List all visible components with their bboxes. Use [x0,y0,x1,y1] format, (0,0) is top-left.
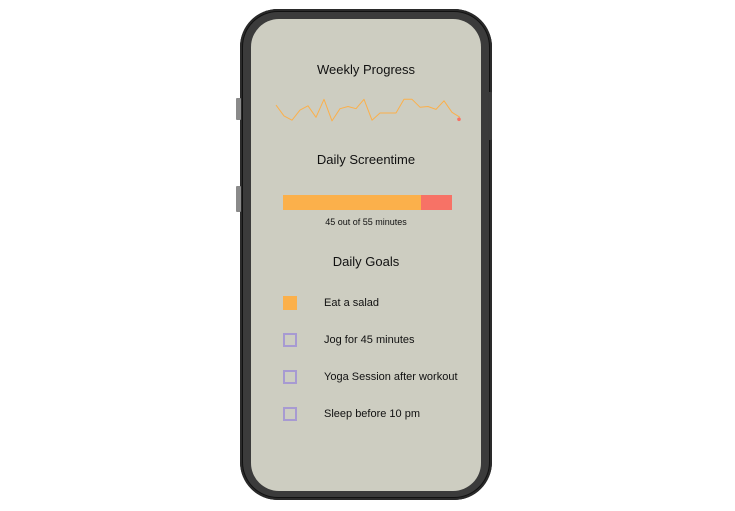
weekly-progress-chart [275,98,461,122]
goal-item[interactable]: Jog for 45 minutes [283,332,415,348]
phone-screen: Weekly Progress Daily Screentime 45 out … [251,19,481,491]
weekly-progress-title: Weekly Progress [316,62,415,77]
weekly-progress-endpoint [457,117,461,122]
goal-item[interactable]: Eat a salad [283,295,379,311]
weekly-progress-line [275,98,461,122]
volume-down-button[interactable] [236,186,241,212]
goal-checkbox[interactable] [283,407,297,421]
goal-label: Jog for 45 minutes [324,334,415,346]
screentime-progress-bar [283,195,452,210]
goal-item[interactable]: Yoga Session after workout [283,369,458,385]
power-button[interactable] [488,92,492,140]
goal-checkbox[interactable] [283,370,297,384]
goal-checkbox[interactable] [283,296,297,310]
goal-label: Yoga Session after workout [324,371,458,383]
volume-up-button[interactable] [236,98,241,120]
goal-checkbox[interactable] [283,333,297,347]
screentime-caption: 45 out of 55 minutes [325,217,407,227]
app-canvas: Weekly Progress Daily Screentime 45 out … [0,0,735,511]
daily-screentime-title: Daily Screentime [316,152,416,167]
daily-goals-title: Daily Goals [332,254,400,269]
goal-label: Eat a salad [324,297,380,309]
goal-label: Sleep before 10 pm [324,408,421,420]
goal-item[interactable]: Sleep before 10 pm [283,406,420,422]
screentime-progress-fill [283,195,422,210]
